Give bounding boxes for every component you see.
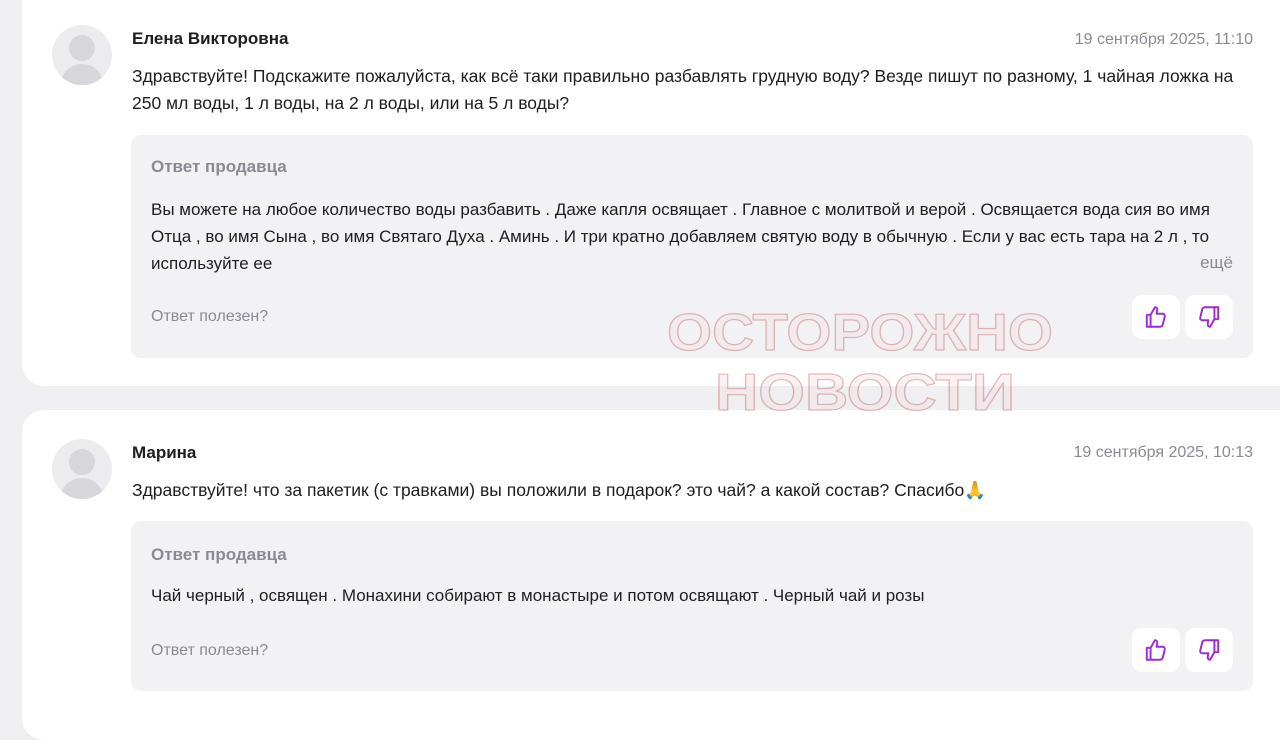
review-date: 19 сентября 2025, 10:13	[1073, 444, 1253, 461]
seller-answer-title: Ответ продавца	[151, 545, 287, 564]
thumbs-down-icon	[1199, 639, 1220, 661]
review-card: Марина 19 сентября 2025, 10:13 Здравству…	[22, 410, 1280, 740]
dislike-button[interactable]	[1185, 295, 1233, 339]
review-card: Елена Викторовна 19 сентября 2025, 11:10…	[22, 0, 1280, 386]
seller-answer-title: Ответ продавца	[151, 157, 287, 176]
dislike-button[interactable]	[1185, 628, 1233, 672]
like-button[interactable]	[1132, 628, 1180, 672]
thumbs-up-icon	[1145, 639, 1166, 661]
avatar	[52, 439, 112, 499]
avatar	[52, 25, 112, 85]
helpful-question: Ответ полезен?	[151, 642, 269, 659]
like-button[interactable]	[1132, 295, 1180, 339]
review-question: Здравствуйте! что за пакетик (с травками…	[132, 480, 987, 500]
more-link[interactable]: ещё	[1200, 253, 1233, 273]
review-author: Марина	[132, 443, 197, 462]
thumbs-down-icon	[1199, 306, 1220, 328]
seller-answer: Ответ продавца Вы можете на любое количе…	[131, 135, 1253, 358]
review-date: 19 сентября 2025, 11:10	[1074, 31, 1253, 48]
review-author: Елена Викторовна	[132, 29, 289, 48]
helpful-question: Ответ полезен?	[151, 308, 269, 325]
seller-answer-text: Вы можете на любое количество воды разба…	[151, 200, 1210, 273]
thumbs-up-icon	[1145, 306, 1166, 328]
review-question: Здравствуйте! Подскажите пожалуйста, как…	[132, 66, 1234, 113]
seller-answer: Ответ продавца Чай черный , освящен . Мо…	[131, 521, 1253, 691]
seller-answer-text: Чай черный , освящен . Монахини собирают…	[151, 586, 925, 605]
